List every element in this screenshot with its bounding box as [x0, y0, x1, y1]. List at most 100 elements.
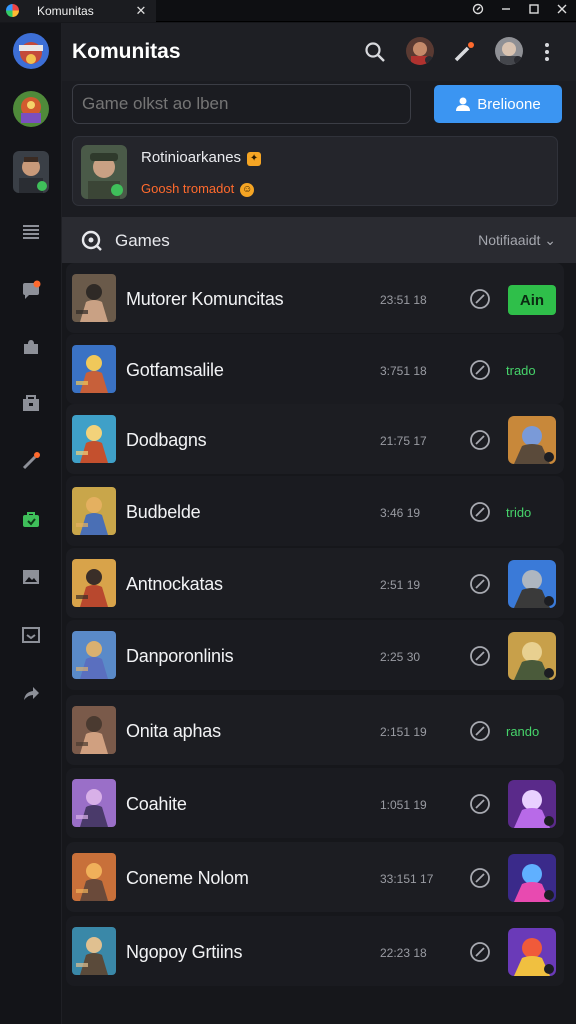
game-thumbnail: [72, 487, 116, 535]
profile-avatar-small[interactable]: [495, 37, 523, 65]
game-art[interactable]: [508, 780, 556, 828]
game-art[interactable]: [508, 928, 556, 976]
game-time: 3:751 18: [380, 364, 427, 378]
game-row[interactable]: Mutorer Komuncitas 23:51 18 Ain: [66, 263, 564, 333]
game-name: Danporonlinis: [126, 646, 234, 666]
game-row[interactable]: Antnockatas 2:51 19: [66, 548, 564, 618]
image-icon[interactable]: [18, 564, 44, 590]
game-time: 1:051 19: [380, 798, 427, 812]
emoji-icon: ☺: [240, 183, 255, 197]
search-input[interactable]: [72, 84, 411, 124]
search-area: Brelioone Rotinioarkanes✦ Goosh tromadot…: [62, 81, 576, 217]
game-row[interactable]: Danporonlinis 2:25 30: [66, 620, 564, 690]
server-avatar-game[interactable]: [13, 91, 49, 127]
games-section-header: Games Notifiaaidt ⌄: [62, 217, 576, 263]
game-name: Dodbagns: [126, 430, 207, 450]
browser-tab[interactable]: Komunitas ✕: [0, 0, 156, 22]
left-rail: [0, 23, 62, 1024]
game-time: 23:51 18: [380, 293, 427, 307]
menu-icon[interactable]: [18, 219, 44, 245]
game-name: Antnockatas: [126, 574, 223, 594]
more-icon[interactable]: [541, 38, 553, 66]
game-row[interactable]: Coneme Nolom 33:151 17: [66, 842, 564, 912]
chevron-down-icon: ⌄: [544, 232, 556, 248]
join-button[interactable]: Ain: [508, 285, 556, 315]
game-thumbnail: [72, 706, 116, 754]
check-circle-icon[interactable]: [469, 359, 491, 381]
game-row[interactable]: Ngopoy Grtiins 22:23 18: [66, 916, 564, 986]
game-time: 2:51 19: [380, 578, 421, 592]
profile-avatar: [81, 145, 127, 199]
game-thumbnail: [72, 927, 116, 975]
game-name: Coneme Nolom: [126, 868, 249, 888]
store-icon[interactable]: [18, 390, 44, 416]
game-thumbnail: [72, 274, 116, 322]
game-row[interactable]: Gotfamsalile 3:751 18 trado: [66, 334, 564, 404]
status-tag[interactable]: rando: [506, 724, 539, 739]
friend-avatar[interactable]: [406, 37, 434, 65]
profile-card[interactable]: Rotinioarkanes ✦ Goosh tromadot ☺: [72, 136, 558, 206]
game-thumbnail: [72, 779, 116, 827]
check-circle-icon[interactable]: [469, 573, 491, 595]
tab-title: Komunitas: [37, 3, 94, 18]
status-tag[interactable]: trido: [506, 505, 531, 520]
check-circle-icon[interactable]: [469, 429, 491, 451]
chat-icon[interactable]: [18, 278, 44, 304]
share-window-icon[interactable]: [464, 3, 492, 18]
edit-icon[interactable]: [18, 448, 44, 474]
games-icon: [81, 230, 102, 251]
game-row[interactable]: Dodbagns 21:75 17: [66, 404, 564, 474]
search-icon[interactable]: [361, 38, 389, 66]
game-time: 21:75 17: [380, 434, 427, 448]
app-favicon-icon: [6, 4, 19, 17]
game-row[interactable]: Budbelde 3:46 19 trido: [66, 476, 564, 546]
primary-action-button[interactable]: Brelioone: [434, 85, 562, 123]
game-thumbnail: [72, 559, 116, 607]
server-avatar-primary[interactable]: [13, 33, 49, 69]
user-avatar[interactable]: [13, 151, 49, 193]
tab-close-icon[interactable]: ✕: [134, 3, 148, 19]
game-art[interactable]: [508, 854, 556, 902]
game-thumbnail: [72, 345, 116, 393]
games-list: Mutorer Komuncitas 23:51 18 Ain Gotfamsalil…: [62, 263, 576, 1024]
game-art[interactable]: [508, 632, 556, 680]
game-name: Budbelde: [126, 502, 201, 522]
check-circle-icon[interactable]: [469, 793, 491, 815]
status-tag[interactable]: trado: [506, 363, 536, 378]
puzzle-icon[interactable]: [18, 334, 44, 360]
user-icon: [456, 97, 471, 111]
game-name: Onita aphas: [126, 721, 221, 741]
check-circle-icon[interactable]: [469, 645, 491, 667]
check-circle-icon[interactable]: [469, 501, 491, 523]
game-row[interactable]: Onita aphas 2:151 19 rando: [66, 695, 564, 765]
inbox-icon[interactable]: [18, 622, 44, 648]
game-name: Ngopoy Grtiins: [126, 942, 243, 962]
check-circle-icon[interactable]: [469, 867, 491, 889]
profile-name: Rotinioarkanes ✦: [141, 149, 262, 166]
badge-icon: ✦: [247, 152, 262, 166]
section-title: Games: [115, 231, 170, 250]
check-circle-icon[interactable]: [469, 720, 491, 742]
share-icon[interactable]: [18, 680, 44, 706]
game-art[interactable]: [508, 560, 556, 608]
pen-icon[interactable]: [450, 38, 478, 66]
close-window-icon[interactable]: [548, 3, 576, 18]
game-name: Coahite: [126, 794, 187, 814]
check-circle-icon[interactable]: [469, 288, 491, 310]
bag-icon[interactable]: [18, 506, 44, 532]
game-time: 33:151 17: [380, 872, 434, 886]
game-art[interactable]: [508, 416, 556, 464]
game-time: 2:25 30: [380, 650, 421, 664]
game-time: 3:46 19: [380, 506, 421, 520]
primary-action-label: Brelioone: [477, 95, 541, 113]
maximize-icon[interactable]: [520, 3, 548, 18]
game-row[interactable]: Coahite 1:051 19: [66, 768, 564, 838]
game-name: Gotfamsalile: [126, 360, 224, 380]
page-header: Komunitas: [62, 23, 576, 81]
game-time: 22:23 18: [380, 946, 427, 960]
section-filter-dropdown[interactable]: Notifiaaidt ⌄: [478, 232, 556, 249]
check-circle-icon[interactable]: [469, 941, 491, 963]
game-thumbnail: [72, 853, 116, 901]
minimize-icon[interactable]: [492, 3, 520, 18]
profile-status: Goosh tromadot ☺: [141, 181, 255, 197]
